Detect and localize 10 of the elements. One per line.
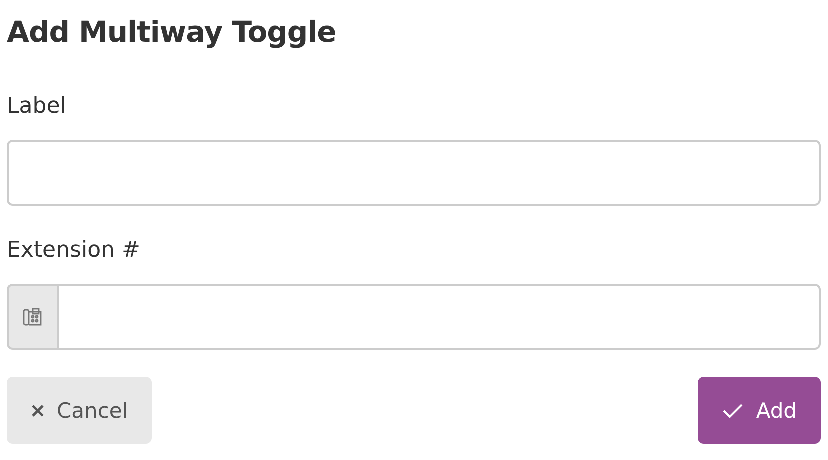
extension-field[interactable] xyxy=(57,284,821,350)
field-label: Label xyxy=(7,93,68,121)
field-label: Extension # xyxy=(7,237,142,265)
close-icon xyxy=(31,404,45,418)
cancel-button[interactable]: Cancel xyxy=(7,377,152,444)
label-field[interactable] xyxy=(7,140,821,206)
check-icon xyxy=(722,402,744,418)
add-button[interactable]: Add xyxy=(698,377,821,444)
desk-phone-icon xyxy=(22,306,44,328)
dialog-title: Add Multiway Toggle xyxy=(7,14,338,51)
